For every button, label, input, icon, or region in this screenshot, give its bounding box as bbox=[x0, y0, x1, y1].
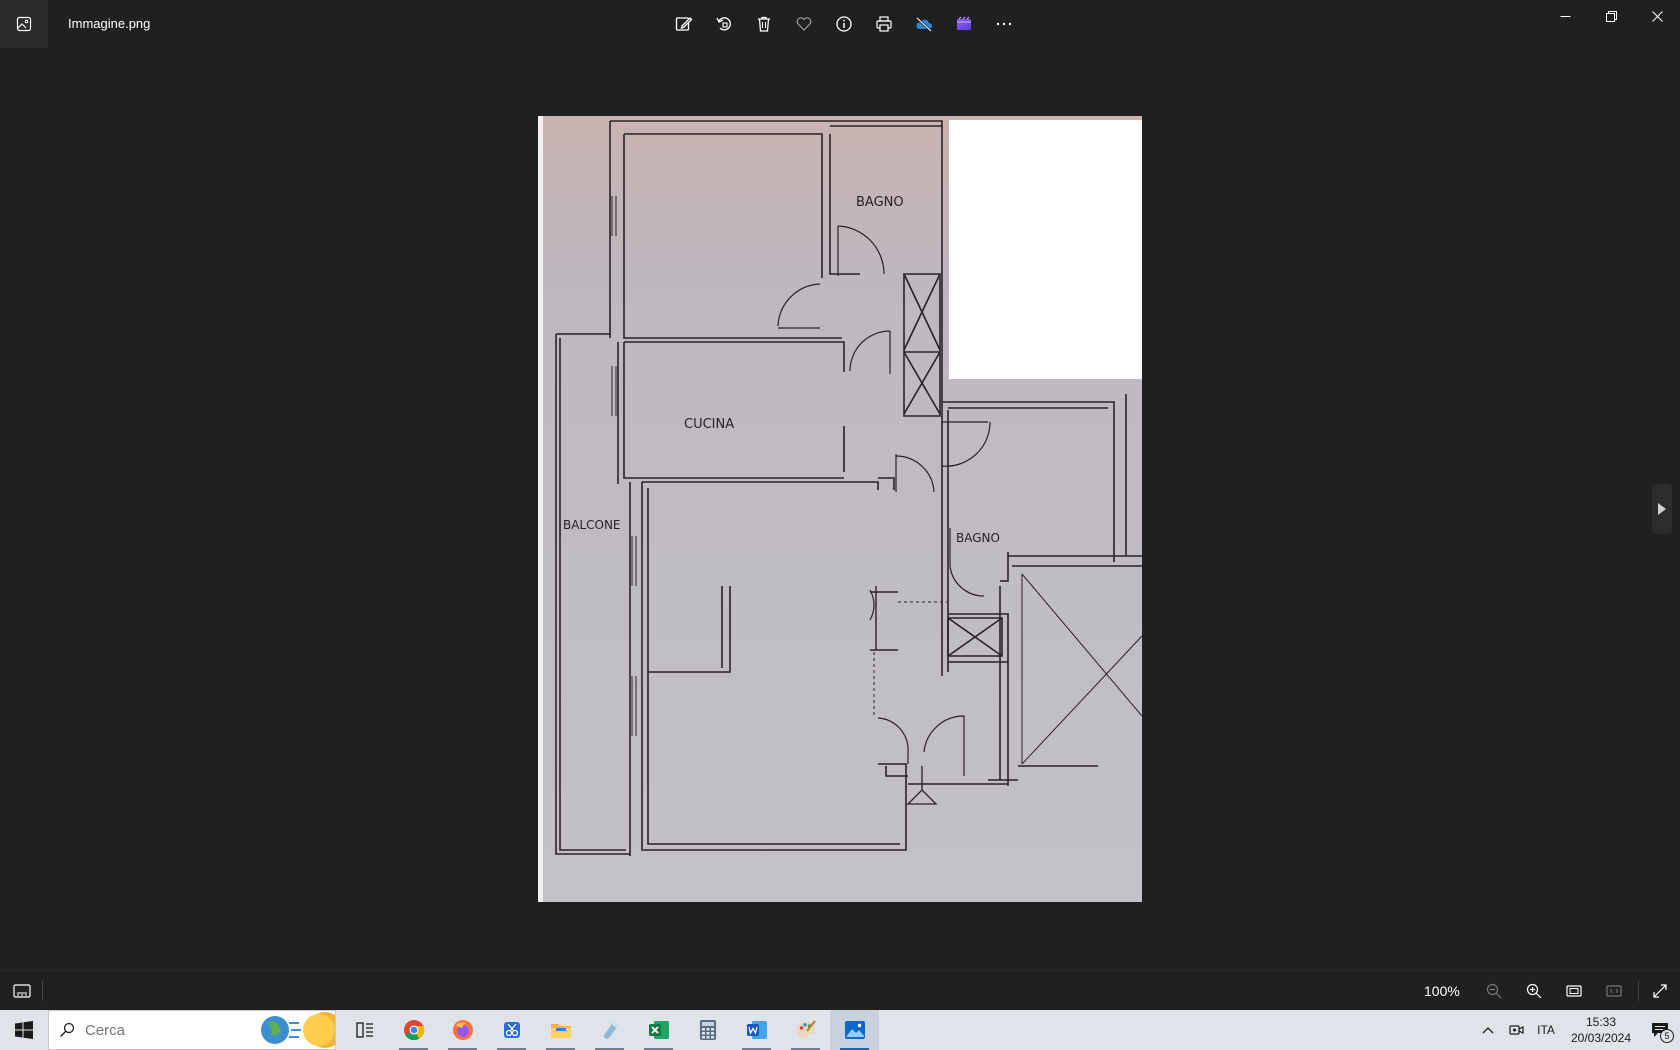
snipping-tool-icon bbox=[503, 1022, 520, 1038]
bottom-bar: 100% bbox=[0, 970, 1680, 1010]
clock-date: 20/03/2024 bbox=[1570, 1031, 1632, 1045]
photos-app-icon bbox=[16, 16, 32, 32]
delete-button[interactable] bbox=[744, 4, 784, 44]
firefox-icon bbox=[452, 1020, 473, 1040]
windows-taskbar: ITA 15:33 20/03/2024 5 bbox=[0, 1010, 1680, 1050]
taskbar-paint[interactable] bbox=[781, 1010, 830, 1050]
actual-size-icon bbox=[1606, 985, 1622, 997]
favorite-button[interactable] bbox=[784, 4, 824, 44]
clock-time: 15:33 bbox=[1585, 1015, 1617, 1029]
task-view-button[interactable] bbox=[340, 1010, 389, 1050]
title-bar: Immagine.png bbox=[0, 0, 1680, 48]
zoom-out-icon bbox=[1486, 983, 1502, 999]
zoom-in-button[interactable] bbox=[1520, 977, 1548, 1005]
edit-image-icon bbox=[675, 17, 693, 31]
onedrive-icon bbox=[916, 17, 932, 32]
calculator-icon bbox=[699, 1020, 716, 1040]
taskbar-snipping-tool[interactable] bbox=[487, 1010, 536, 1050]
rotate-icon bbox=[716, 17, 731, 31]
show-hidden-icons-button[interactable] bbox=[1474, 1010, 1502, 1050]
file-name: Immagine.png bbox=[68, 16, 151, 31]
image-viewer[interactable]: BAGNO CUCINA BALCONE BAGNO bbox=[0, 48, 1680, 970]
zoom-out-button[interactable] bbox=[1480, 977, 1508, 1005]
chevron-up-icon bbox=[1482, 1027, 1494, 1034]
language-indicator[interactable]: ITA bbox=[1530, 1010, 1562, 1050]
more-icon bbox=[996, 22, 1012, 26]
word-icon bbox=[746, 1021, 767, 1039]
taskbar-chrome[interactable] bbox=[389, 1010, 438, 1050]
taskbar-word[interactable] bbox=[732, 1010, 781, 1050]
minimize-button[interactable] bbox=[1542, 0, 1588, 32]
windows-logo-icon bbox=[15, 1021, 33, 1039]
taskbar-excel[interactable] bbox=[634, 1010, 683, 1050]
rotate-button[interactable] bbox=[704, 4, 744, 44]
notification-center-button[interactable]: 5 bbox=[1640, 1010, 1680, 1050]
separator-right bbox=[1638, 981, 1639, 1001]
print-icon bbox=[876, 16, 892, 32]
minimize-icon bbox=[1560, 15, 1570, 17]
close-icon bbox=[1651, 10, 1663, 22]
paint-3d-icon bbox=[602, 1022, 618, 1039]
filmstrip-button[interactable] bbox=[8, 977, 36, 1005]
room-label-balcone: BALCONE bbox=[563, 518, 621, 532]
clipchamp-icon bbox=[957, 16, 971, 30]
edit-image-button[interactable] bbox=[664, 4, 704, 44]
info-icon bbox=[836, 16, 852, 32]
start-button[interactable] bbox=[0, 1010, 48, 1050]
onedrive-button[interactable] bbox=[904, 4, 944, 44]
zoom-level[interactable]: 100% bbox=[1424, 971, 1460, 1011]
app-icon-button[interactable] bbox=[0, 0, 48, 48]
taskbar-firefox[interactable] bbox=[438, 1010, 487, 1050]
search-icon bbox=[49, 1022, 85, 1038]
window-controls bbox=[1542, 0, 1680, 32]
taskbar-paint-3d[interactable] bbox=[585, 1010, 634, 1050]
notification-badge: 5 bbox=[1660, 1029, 1674, 1043]
more-button[interactable] bbox=[984, 4, 1024, 44]
top-toolbar bbox=[664, 4, 1024, 44]
taskbar-photos[interactable] bbox=[830, 1010, 879, 1050]
chrome-icon bbox=[403, 1020, 424, 1041]
filmstrip-icon bbox=[13, 984, 31, 998]
clock[interactable]: 15:33 20/03/2024 bbox=[1562, 1010, 1640, 1050]
room-label-bagno-2: BAGNO bbox=[956, 531, 1000, 545]
heart-icon bbox=[796, 17, 812, 31]
camera-icon bbox=[1509, 1025, 1524, 1035]
task-view-icon bbox=[355, 1022, 373, 1038]
blank-region bbox=[949, 120, 1142, 379]
search-input[interactable] bbox=[85, 1021, 225, 1039]
close-button[interactable] bbox=[1634, 0, 1680, 32]
photos-icon bbox=[844, 1021, 865, 1039]
meet-now-button[interactable] bbox=[1502, 1010, 1530, 1050]
full-screen-button[interactable] bbox=[1646, 977, 1674, 1005]
restore-button[interactable] bbox=[1588, 0, 1634, 32]
floor-plan-image: BAGNO CUCINA BALCONE BAGNO bbox=[538, 116, 1142, 902]
clipchamp-button[interactable] bbox=[944, 4, 984, 44]
delete-icon bbox=[758, 16, 770, 32]
chevron-right-icon bbox=[1658, 503, 1666, 515]
separator bbox=[42, 981, 43, 1001]
info-button[interactable] bbox=[824, 4, 864, 44]
taskbar-apps bbox=[340, 1010, 879, 1050]
search-highlight-illustration bbox=[261, 1012, 335, 1048]
taskbar-calculator[interactable] bbox=[683, 1010, 732, 1050]
print-button[interactable] bbox=[864, 4, 904, 44]
expand-icon bbox=[1653, 984, 1667, 998]
room-label-cucina: CUCINA bbox=[684, 417, 734, 432]
fit-to-window-icon bbox=[1566, 985, 1582, 997]
fit-to-window-button[interactable] bbox=[1560, 977, 1588, 1005]
room-label-bagno: BAGNO bbox=[856, 195, 904, 210]
excel-icon bbox=[648, 1021, 669, 1039]
file-explorer-icon bbox=[550, 1024, 571, 1038]
next-image-button[interactable] bbox=[1652, 484, 1672, 534]
system-tray: ITA 15:33 20/03/2024 5 bbox=[1474, 1010, 1680, 1050]
zoom-in-icon bbox=[1526, 983, 1542, 999]
paint-icon bbox=[796, 1020, 816, 1039]
photos-app-window: Immagine.png BAGNO CUCINA BALCONE BAGNO … bbox=[0, 0, 1680, 1010]
restore-icon bbox=[1605, 10, 1617, 22]
taskbar-file-explorer[interactable] bbox=[536, 1010, 585, 1050]
actual-size-button[interactable] bbox=[1600, 977, 1628, 1005]
taskbar-search[interactable] bbox=[48, 1010, 336, 1050]
